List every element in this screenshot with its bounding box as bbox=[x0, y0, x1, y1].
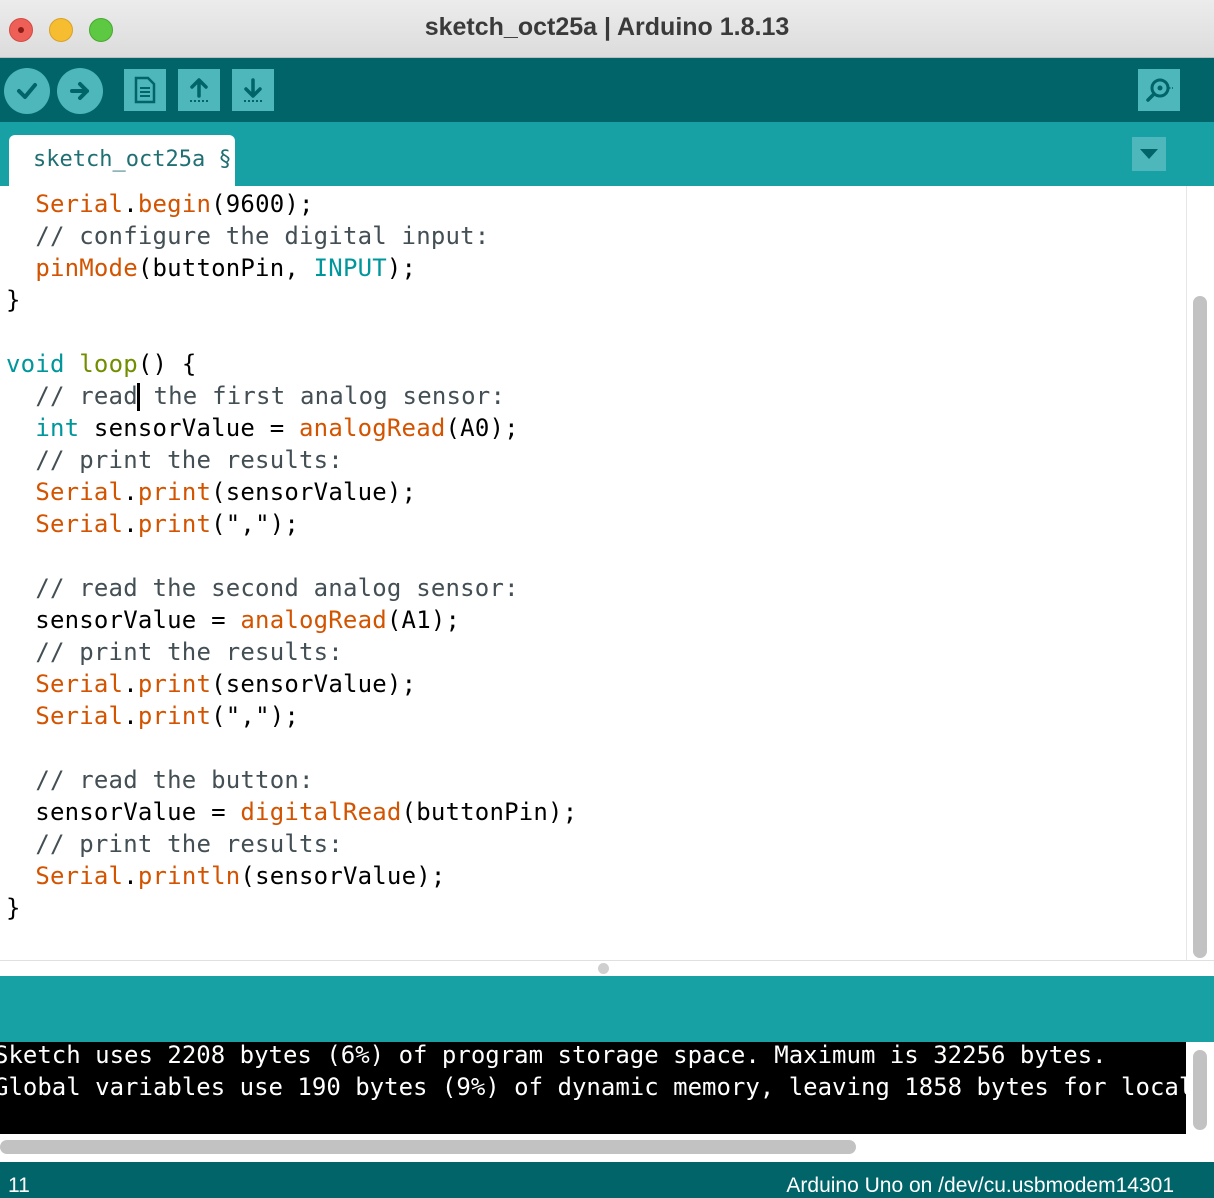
code-token: Serial bbox=[35, 670, 124, 698]
new-sketch-button[interactable] bbox=[124, 69, 166, 111]
document-icon bbox=[134, 76, 156, 104]
code-token: Serial bbox=[35, 702, 124, 730]
open-button[interactable] bbox=[178, 69, 220, 111]
console-vertical-scrollbar-thumb[interactable] bbox=[1193, 1050, 1207, 1130]
code-line: // read the second analog sensor: bbox=[6, 572, 577, 604]
code-token: loop bbox=[79, 350, 138, 378]
code-line: // print the results: bbox=[6, 444, 577, 476]
divider-handle[interactable] bbox=[598, 963, 609, 974]
code-comment: the first analog sensor: bbox=[138, 382, 506, 410]
code-token: print bbox=[137, 478, 212, 506]
code-comment: // read bbox=[35, 382, 138, 410]
console-line: Global variables use 190 bytes (9%) of d… bbox=[0, 1073, 1214, 1101]
verify-button[interactable] bbox=[4, 68, 50, 114]
code-comment: // read the second analog sensor: bbox=[35, 574, 519, 602]
serial-monitor-button[interactable] bbox=[1138, 69, 1180, 111]
code-line: // read the first analog sensor: bbox=[6, 380, 577, 412]
console-text: Sketch uses 2208 bytes (6%) of program s… bbox=[0, 1042, 1214, 1103]
code-token: begin bbox=[137, 190, 212, 218]
split-divider[interactable] bbox=[0, 960, 1214, 976]
code-line: void loop() { bbox=[6, 350, 197, 378]
code-line: } bbox=[6, 894, 21, 922]
code-line: // configure the digital input: bbox=[6, 220, 577, 252]
status-footer: 11 Arduino Uno on /dev/cu.usbmodem14301 bbox=[0, 1162, 1214, 1198]
code-line: Serial.print(","); bbox=[35, 510, 300, 538]
message-bar bbox=[0, 976, 1214, 1042]
code-text[interactable]: Serial.begin(9600); // configure the dig… bbox=[6, 188, 577, 924]
code-token: digitalRead bbox=[240, 798, 402, 826]
magnifier-icon bbox=[1146, 78, 1173, 102]
code-token: println bbox=[137, 862, 241, 890]
toolbar bbox=[0, 58, 1214, 122]
board-port-label: Arduino Uno on /dev/cu.usbmodem14301 bbox=[786, 1174, 1174, 1197]
code-token: int bbox=[35, 414, 80, 442]
code-comment: // print the results: bbox=[35, 446, 343, 474]
code-token: void bbox=[6, 350, 65, 378]
code-line: } bbox=[6, 286, 21, 314]
code-comment: // print the results: bbox=[35, 638, 343, 666]
arrow-right-icon bbox=[70, 82, 89, 100]
console-horizontal-scrollbar-thumb[interactable] bbox=[0, 1140, 856, 1154]
code-line: // read the button: bbox=[6, 764, 577, 796]
code-line: Serial.begin(9600); bbox=[35, 190, 314, 218]
code-line: // print the results: bbox=[6, 828, 577, 860]
console-output[interactable]: Sketch uses 2208 bytes (6%) of program s… bbox=[0, 1042, 1214, 1162]
title-bar: sketch_oct25a | Arduino 1.8.13 bbox=[0, 0, 1214, 58]
code-line: sensorValue = digitalRead(buttonPin); bbox=[6, 798, 578, 826]
code-line: // print the results: bbox=[6, 636, 577, 668]
code-line: Serial.print(sensorValue); bbox=[35, 670, 417, 698]
code-line: Serial.print(sensorValue); bbox=[35, 478, 417, 506]
code-token: analogRead bbox=[299, 414, 446, 442]
tab-bar: sketch_oct25a § bbox=[0, 122, 1214, 186]
editor-scrollbar-thumb[interactable] bbox=[1193, 296, 1207, 958]
console-line: Sketch uses 2208 bytes (6%) of program s… bbox=[0, 1042, 1107, 1069]
code-token: INPUT bbox=[313, 254, 387, 282]
tab-sketch[interactable]: sketch_oct25a § bbox=[9, 135, 235, 186]
code-line: int sensorValue = analogRead(A0); bbox=[35, 414, 519, 442]
code-line: pinMode(buttonPin, INPUT); bbox=[35, 254, 417, 282]
code-token: print bbox=[137, 702, 212, 730]
code-comment: // read the button: bbox=[35, 766, 314, 794]
code-line: Serial.print(","); bbox=[35, 702, 300, 730]
save-button[interactable] bbox=[232, 69, 274, 111]
upload-button[interactable] bbox=[57, 68, 103, 114]
window-title: sketch_oct25a | Arduino 1.8.13 bbox=[424, 13, 790, 41]
code-token: Serial bbox=[35, 510, 124, 538]
code-token: Serial bbox=[35, 478, 124, 506]
code-token: print bbox=[137, 510, 212, 538]
checkmark-icon bbox=[17, 83, 37, 99]
code-token: analogRead bbox=[240, 606, 387, 634]
code-token: Serial bbox=[35, 190, 124, 218]
tab-menu-button[interactable] bbox=[1132, 137, 1166, 171]
chevron-down-icon bbox=[1140, 149, 1158, 159]
arrow-down-icon bbox=[244, 78, 262, 102]
code-token: pinMode bbox=[35, 254, 138, 282]
code-line: Serial.println(sensorValue); bbox=[35, 862, 446, 890]
line-number: 11 bbox=[8, 1174, 30, 1197]
code-token: print bbox=[137, 670, 212, 698]
code-comment: // print the results: bbox=[35, 830, 343, 858]
arrow-up-icon bbox=[190, 78, 208, 102]
code-line: sensorValue = analogRead(A1); bbox=[6, 606, 461, 634]
code-editor[interactable]: g Serial.begin(9600); // configure the d… bbox=[0, 186, 1214, 960]
code-comment: // configure the digital input: bbox=[35, 222, 490, 250]
code-token: Serial bbox=[35, 862, 124, 890]
